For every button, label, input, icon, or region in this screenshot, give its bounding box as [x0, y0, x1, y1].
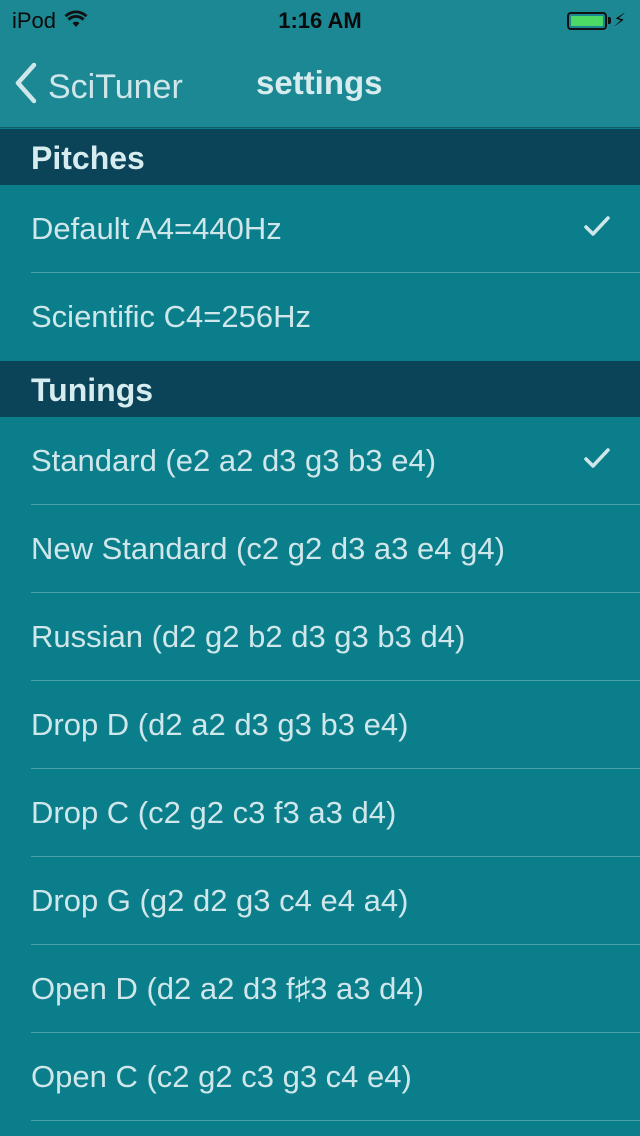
row-label: Default A4=440Hz	[31, 211, 282, 246]
status-bar: iPod 1:16 AM ⚡	[0, 0, 640, 40]
row-label: Russian (d2 g2 b2 d3 g3 b3 d4)	[31, 619, 466, 654]
navigation-bar: SciTuner settings	[0, 40, 640, 128]
tuning-row-drop-c[interactable]: Drop C (c2 g2 c3 f3 a3 d4)	[0, 769, 640, 857]
pitch-row-default[interactable]: Default A4=440Hz	[0, 185, 640, 273]
pitch-row-scientific[interactable]: Scientific C4=256Hz	[0, 273, 640, 361]
section-header-pitches: Pitches	[0, 129, 640, 185]
row-label: Scientific C4=256Hz	[31, 299, 311, 334]
battery-icon	[567, 11, 608, 30]
row-divider	[31, 1120, 640, 1121]
tuning-row-new-standard[interactable]: New Standard (c2 g2 d3 a3 e4 g4)	[0, 505, 640, 593]
checkmark-icon	[584, 215, 610, 242]
checkmark-icon	[584, 447, 610, 474]
tuning-row-open-c[interactable]: Open C (c2 g2 c3 g3 c4 e4)	[0, 1033, 640, 1121]
tuning-row-drop-d[interactable]: Drop D (d2 a2 d3 g3 b3 e4)	[0, 681, 640, 769]
tuning-row-standard[interactable]: Standard (e2 a2 d3 g3 b3 e4)	[0, 417, 640, 505]
page-title: settings	[256, 64, 383, 101]
row-label: Drop C (c2 g2 c3 f3 a3 d4)	[31, 795, 397, 830]
back-button[interactable]: SciTuner	[14, 62, 183, 113]
row-label: Open D (d2 a2 d3 f♯3 a3 d4)	[31, 971, 424, 1006]
row-label: New Standard (c2 g2 d3 a3 e4 g4)	[31, 531, 505, 566]
status-time: 1:16 AM	[278, 8, 362, 33]
battery-indicator: ⚡	[567, 10, 626, 31]
section-header-tunings: Tunings	[0, 361, 640, 417]
row-label: Drop G (g2 d2 g3 c4 e4 a4)	[31, 883, 409, 918]
row-label: Standard (e2 a2 d3 g3 b3 e4)	[31, 443, 437, 478]
battery-fill	[571, 15, 604, 26]
charging-bolt-icon: ⚡	[613, 10, 626, 30]
chevron-left-icon	[14, 62, 48, 113]
row-label: Open C (c2 g2 c3 g3 c4 e4)	[31, 1059, 412, 1094]
tuning-row-drop-g[interactable]: Drop G (g2 d2 g3 c4 e4 a4)	[0, 857, 640, 945]
row-label: Drop D (d2 a2 d3 g3 b3 e4)	[31, 707, 409, 742]
battery-tip	[608, 17, 612, 24]
back-button-label: SciTuner	[48, 68, 183, 106]
tuning-row-russian[interactable]: Russian (d2 g2 b2 d3 g3 b3 d4)	[0, 593, 640, 681]
tuning-row-open-d[interactable]: Open D (d2 a2 d3 f♯3 a3 d4)	[0, 945, 640, 1033]
